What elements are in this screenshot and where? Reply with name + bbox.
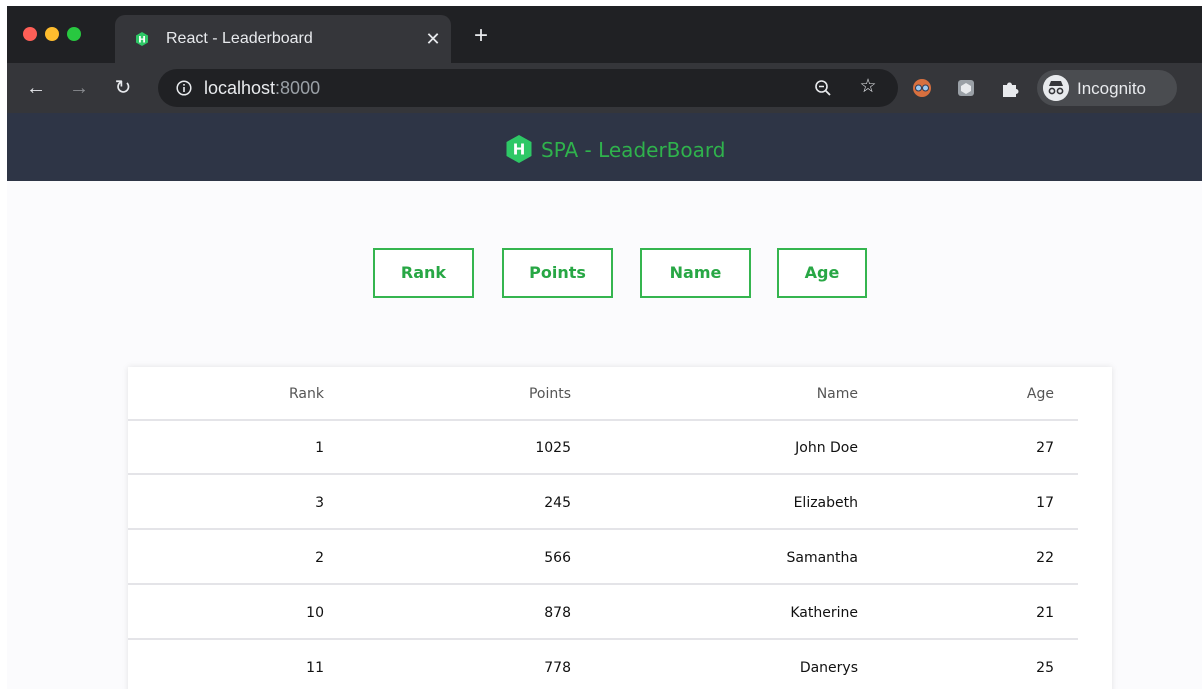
forward-arrow-icon[interactable]: →	[67, 76, 91, 100]
tab-react-leaderboard[interactable]: H React - Leaderboard ✕	[115, 15, 451, 63]
cell-name: Elizabeth	[793, 495, 858, 511]
reload-icon[interactable]: ↻	[111, 76, 135, 100]
table-row: 2 566 Samantha 22	[128, 531, 1078, 585]
column-header-age: Age	[1026, 386, 1054, 402]
page-content: H SPA - LeaderBoard Rank Points Name Age…	[7, 113, 1202, 689]
cell-age: 27	[1036, 440, 1054, 456]
hackerrank-favicon-icon: H	[136, 32, 148, 46]
tab-strip: H React - Leaderboard ✕ +	[7, 6, 1202, 63]
table-row: 10 878 Katherine 21	[128, 586, 1078, 640]
cell-name: John Doe	[795, 440, 858, 456]
cell-name: Danerys	[799, 660, 858, 676]
app-header: H SPA - LeaderBoard	[7, 113, 1202, 181]
cell-points: 566	[544, 550, 571, 566]
url-port: :8000	[275, 78, 321, 98]
back-arrow-icon[interactable]: ←	[24, 76, 48, 100]
cell-age: 25	[1036, 660, 1054, 676]
column-header-points: Points	[528, 386, 571, 402]
puzzle-icon[interactable]	[999, 77, 1021, 99]
incognito-icon	[1043, 75, 1069, 101]
new-tab-button[interactable]: +	[470, 24, 492, 48]
column-header-name: Name	[816, 386, 858, 402]
incognito-profile-button[interactable]: Incognito	[1037, 70, 1177, 106]
app-title: SPA - LeaderBoard	[541, 138, 726, 162]
svg-text:H: H	[513, 141, 526, 159]
column-header-rank: Rank	[289, 386, 324, 402]
table-row: 3 245 Elizabeth 17	[128, 476, 1078, 530]
leaderboard-table: Rank Points Name Age 1 1025 John Doe 27 …	[128, 367, 1112, 689]
browser-window: H React - Leaderboard ✕ + ← → ↻ localhos…	[7, 6, 1202, 689]
url-text: localhost:8000	[204, 78, 320, 99]
maximize-window-button[interactable]	[67, 27, 81, 41]
svg-text:H: H	[138, 36, 146, 46]
cell-points: 1025	[535, 440, 571, 456]
cell-rank: 1	[315, 440, 324, 456]
cell-points: 878	[544, 605, 571, 621]
cell-age: 21	[1036, 605, 1054, 621]
zoom-icon[interactable]	[814, 79, 832, 97]
close-window-button[interactable]	[23, 27, 37, 41]
cell-name: Samantha	[786, 550, 859, 566]
extension-icon[interactable]	[955, 77, 977, 99]
star-icon[interactable]: ☆	[858, 77, 878, 97]
table-header: Rank Points Name Age	[128, 367, 1078, 421]
table-row: 11 778 Danerys 25	[128, 641, 1078, 689]
sort-by-name-button[interactable]: Name	[640, 248, 751, 298]
minimize-window-button[interactable]	[45, 27, 59, 41]
hackerrank-logo-icon: H	[506, 135, 532, 163]
cell-rank: 2	[315, 550, 324, 566]
info-icon[interactable]	[176, 80, 192, 96]
tab-title: React - Leaderboard	[166, 30, 313, 47]
cell-name: Katherine	[790, 605, 858, 621]
extension-icon[interactable]	[911, 77, 933, 99]
more-menu-icon[interactable]: ⋮	[1195, 75, 1202, 99]
browser-toolbar: ← → ↻ localhost:8000 ☆ Incognito	[7, 63, 1202, 113]
cell-points: 245	[544, 495, 571, 511]
close-icon[interactable]: ✕	[424, 30, 442, 48]
address-bar[interactable]: localhost:8000 ☆	[158, 69, 898, 107]
sort-by-age-button[interactable]: Age	[777, 248, 867, 298]
cell-rank: 11	[306, 660, 324, 676]
cell-rank: 3	[315, 495, 324, 511]
profile-label: Incognito	[1077, 79, 1146, 98]
cell-age: 17	[1036, 495, 1054, 511]
sort-by-rank-button[interactable]: Rank	[373, 248, 474, 298]
table-row: 1 1025 John Doe 27	[128, 421, 1078, 475]
sort-by-points-button[interactable]: Points	[502, 248, 613, 298]
url-host: localhost	[204, 78, 276, 98]
cell-age: 22	[1036, 550, 1054, 566]
cell-rank: 10	[306, 605, 324, 621]
cell-points: 778	[544, 660, 571, 676]
